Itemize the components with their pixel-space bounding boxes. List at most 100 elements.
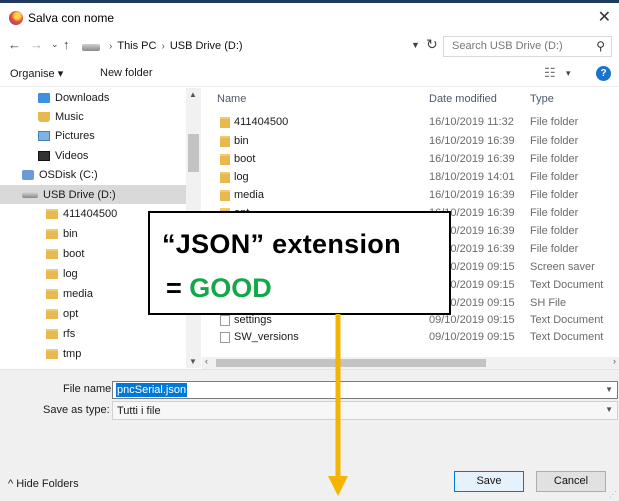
file-name: media bbox=[234, 189, 264, 201]
file-date: 16/10/2019 16:39 bbox=[429, 135, 515, 147]
column-header-type[interactable]: Type bbox=[530, 93, 554, 105]
sidebar-item-label: bin bbox=[63, 227, 78, 240]
address-bar[interactable]: › This PC › USB Drive (D:) bbox=[82, 36, 412, 56]
scroll-left-arrow-icon[interactable]: ‹ bbox=[205, 356, 208, 366]
file-name-label: File name: bbox=[63, 383, 115, 395]
sidebar-item-411404500[interactable]: 411404500 bbox=[46, 204, 117, 223]
cancel-button[interactable]: Cancel bbox=[536, 471, 606, 492]
list-item[interactable]: media 16/10/2019 16:39 File folder bbox=[202, 186, 619, 205]
close-icon[interactable]: ✕ bbox=[598, 7, 611, 27]
view-options-icon[interactable]: ☷ bbox=[544, 65, 556, 81]
sidebar-item-label: Pictures bbox=[55, 129, 95, 142]
scroll-up-arrow-icon[interactable]: ▲ bbox=[189, 90, 197, 99]
breadcrumb-this-pc[interactable]: This PC bbox=[117, 40, 156, 52]
organise-menu-button[interactable]: Organise ▾ bbox=[10, 67, 63, 80]
sidebar-item-rfs[interactable]: rfs bbox=[46, 324, 75, 343]
sidebar-item-music[interactable]: Music bbox=[38, 107, 84, 126]
sidebar-item-opt[interactable]: opt bbox=[46, 304, 78, 323]
file-type: Text Document bbox=[530, 279, 604, 291]
sidebar-item-osdisk[interactable]: OSDisk (C:) bbox=[22, 165, 98, 184]
sidebar-item-downloads[interactable]: Downloads bbox=[38, 88, 109, 107]
file-date: 16/10/2019 11:32 bbox=[429, 116, 514, 128]
folder-icon bbox=[220, 117, 230, 128]
sidebar-item-boot[interactable]: boot bbox=[46, 244, 84, 263]
callout-good: GOOD bbox=[189, 273, 272, 303]
scrollbar-thumb[interactable] bbox=[216, 359, 486, 367]
file-icon bbox=[220, 332, 230, 343]
file-type: File folder bbox=[530, 116, 579, 128]
chevron-down-icon[interactable]: ▼ bbox=[605, 385, 613, 394]
file-name: 411404500 bbox=[234, 116, 289, 128]
scroll-right-arrow-icon[interactable]: › bbox=[613, 356, 616, 366]
folder-icon bbox=[46, 348, 58, 359]
file-name: log bbox=[234, 171, 249, 183]
search-input[interactable]: Search USB Drive (D:) ⚲ bbox=[443, 36, 612, 57]
save-type-label: Save as type: bbox=[43, 404, 110, 416]
chevron-down-icon[interactable]: ▼ bbox=[605, 405, 613, 414]
hide-folders-button[interactable]: ^ Hide Folders bbox=[8, 478, 79, 490]
callout-line-2: = GOOD bbox=[166, 273, 272, 304]
file-name: boot bbox=[234, 153, 256, 165]
pictures-icon bbox=[38, 130, 50, 141]
sidebar-item-tmp[interactable]: tmp bbox=[46, 344, 81, 363]
file-name: bin bbox=[234, 135, 249, 147]
scroll-down-arrow-icon[interactable]: ▼ bbox=[189, 357, 197, 366]
sidebar-item-label: USB Drive (D:) bbox=[43, 188, 116, 201]
list-item[interactable]: boot 16/10/2019 16:39 File folder bbox=[202, 150, 619, 169]
save-type-select[interactable]: Tutti i file ▼ bbox=[112, 401, 618, 420]
refresh-icon[interactable]: ↻ bbox=[426, 36, 438, 53]
view-options-chevron-icon[interactable]: ▾ bbox=[566, 68, 571, 79]
list-item[interactable]: log 18/10/2019 14:01 File folder bbox=[202, 168, 619, 187]
column-header-date-modified[interactable]: Date modified bbox=[429, 93, 497, 105]
title-bar: Salva con nome ✕ bbox=[0, 3, 619, 33]
usb-drive-icon bbox=[22, 191, 38, 198]
folder-icon bbox=[46, 288, 58, 299]
breadcrumb-usb-drive[interactable]: USB Drive (D:) bbox=[170, 40, 243, 52]
sidebar-item-media[interactable]: media bbox=[46, 284, 93, 303]
address-dropdown-chevron-icon[interactable]: ▼ bbox=[411, 40, 420, 50]
resize-grip-icon[interactable]: ⋰ bbox=[609, 490, 617, 499]
file-date: 18/10/2019 14:01 bbox=[429, 171, 515, 183]
sidebar-item-label: Music bbox=[55, 110, 84, 123]
window-title: Salva con nome bbox=[28, 11, 115, 25]
sidebar-item-usb-drive[interactable]: USB Drive (D:) bbox=[0, 185, 186, 204]
search-icon[interactable]: ⚲ bbox=[596, 39, 605, 53]
list-item[interactable]: bin 16/10/2019 16:39 File folder bbox=[202, 132, 619, 151]
recent-locations-chevron-icon[interactable]: ⌄ bbox=[51, 39, 59, 50]
forward-arrow-icon[interactable]: → bbox=[30, 37, 43, 52]
videos-icon bbox=[38, 150, 50, 161]
column-header-name[interactable]: Name bbox=[217, 93, 246, 105]
new-folder-button[interactable]: New folder bbox=[100, 67, 153, 79]
file-type: File folder bbox=[530, 171, 579, 183]
music-icon bbox=[38, 111, 50, 122]
file-date: 16/10/2019 16:39 bbox=[429, 189, 515, 201]
sidebar-item-label: log bbox=[63, 267, 78, 280]
file-type: File folder bbox=[530, 135, 579, 147]
sidebar-item-log[interactable]: log bbox=[46, 264, 78, 283]
back-arrow-icon[interactable]: ← bbox=[8, 37, 21, 52]
save-button[interactable]: Save bbox=[454, 471, 524, 492]
file-type: SH File bbox=[530, 297, 567, 309]
folder-icon bbox=[46, 228, 58, 239]
breadcrumb-separator: › bbox=[161, 40, 165, 52]
file-icon bbox=[220, 315, 230, 326]
sidebar-item-label: boot bbox=[63, 247, 85, 260]
file-list-horizontal-scrollbar[interactable]: ‹ › bbox=[202, 356, 619, 369]
file-name-value: pncSerial.json bbox=[116, 383, 188, 397]
file-date: 09/10/2019 09:15 bbox=[429, 331, 515, 343]
scrollbar-thumb[interactable] bbox=[188, 134, 199, 172]
sidebar-item-videos[interactable]: Videos bbox=[38, 146, 88, 165]
list-item[interactable]: SW_versions 09/10/2019 09:15 Text Docume… bbox=[202, 328, 619, 347]
sidebar-item-label: opt bbox=[63, 307, 79, 320]
sidebar-item-bin[interactable]: bin bbox=[46, 224, 78, 243]
up-arrow-icon[interactable]: ↑ bbox=[63, 37, 70, 52]
help-icon[interactable]: ? bbox=[596, 66, 611, 81]
disk-icon bbox=[22, 169, 34, 180]
folder-icon bbox=[46, 328, 58, 339]
file-name-field[interactable]: pncSerial.json ▼ bbox=[112, 381, 618, 399]
callout-equals: = bbox=[166, 273, 190, 303]
list-item[interactable]: 411404500 16/10/2019 11:32 File folder bbox=[202, 113, 619, 132]
sidebar-item-label: OSDisk (C:) bbox=[39, 168, 98, 181]
file-type: Text Document bbox=[530, 331, 604, 343]
sidebar-item-pictures[interactable]: Pictures bbox=[38, 126, 95, 145]
